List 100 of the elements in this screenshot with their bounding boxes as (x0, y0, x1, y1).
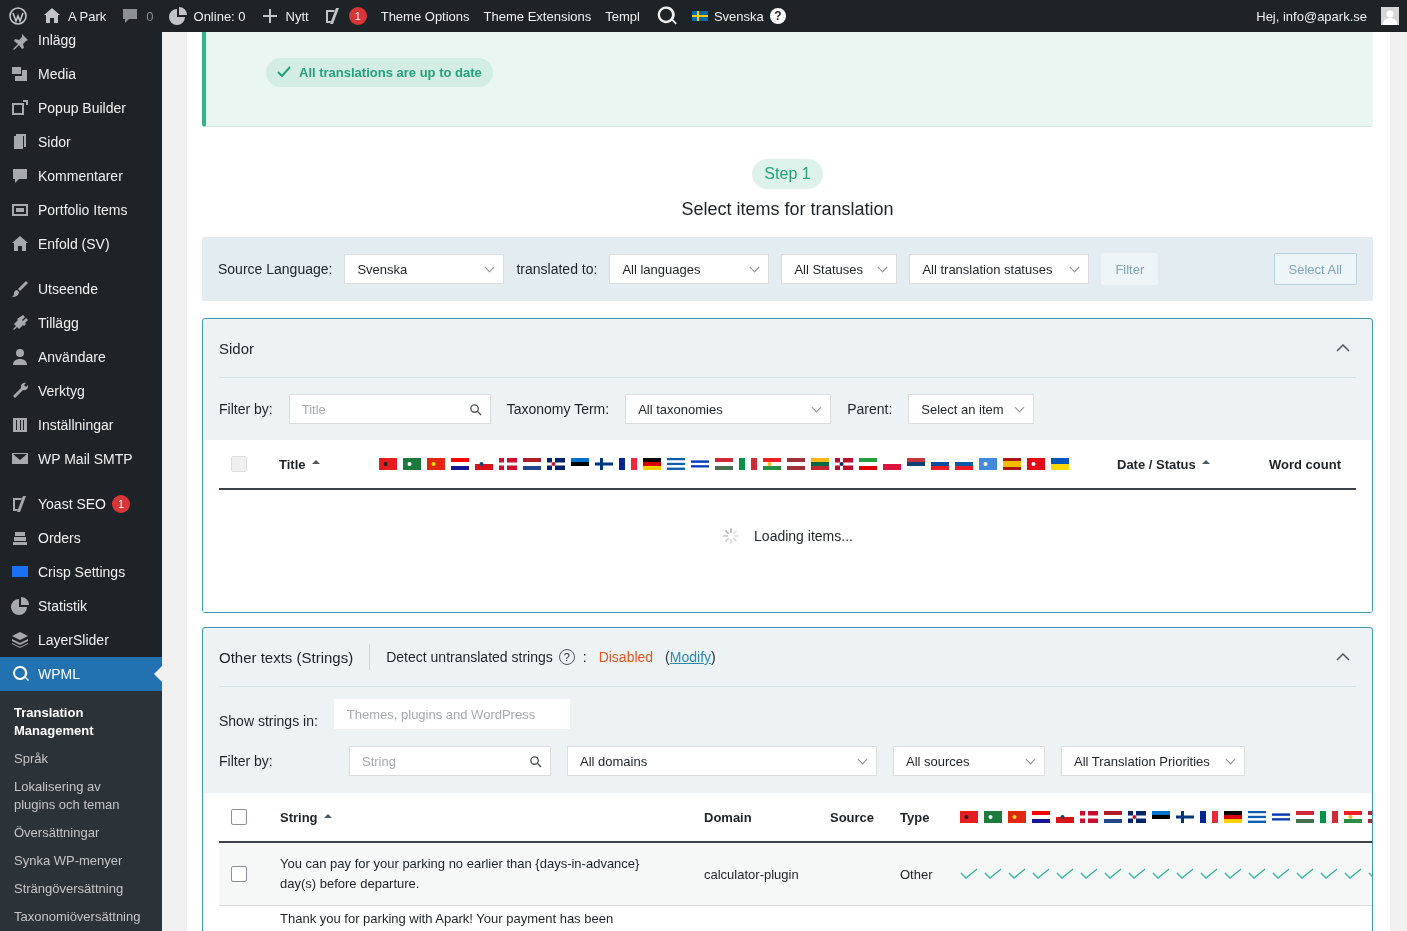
check-icon[interactable] (984, 868, 1002, 880)
menu-item[interactable]: Yoast SEO 1 (0, 487, 162, 521)
check-icon[interactable] (1032, 868, 1050, 880)
flag-icon (787, 458, 805, 470)
check-icon[interactable] (1080, 868, 1098, 880)
menu-item[interactable]: LayerSlider (0, 623, 162, 657)
language-switcher[interactable]: Svenska (713, 8, 764, 24)
flag-icon (1003, 458, 1021, 470)
status-text: Disabled (598, 649, 654, 665)
column-header[interactable]: Title (279, 456, 379, 472)
menu-item[interactable]: WPML (0, 657, 162, 691)
comment-icon (10, 166, 30, 186)
menu-item[interactable]: Kommentarer (0, 159, 162, 193)
column-header[interactable]: Date / Status (1117, 456, 1269, 472)
window-icon (10, 98, 30, 118)
status-select[interactable]: All translation statuses (909, 254, 1090, 284)
check-icon[interactable] (1200, 868, 1218, 880)
flag-icon (1272, 811, 1290, 823)
column-header: Source (830, 809, 876, 825)
flag-icon (1320, 811, 1338, 823)
check-icon[interactable] (1152, 868, 1170, 880)
toolbar-link[interactable]: Theme Options (380, 8, 470, 24)
submenu-item[interactable]: Translation Management (0, 699, 162, 745)
check-icon[interactable] (1224, 868, 1242, 880)
menu-item[interactable]: Orders (0, 521, 162, 555)
flag-icon (763, 458, 781, 470)
site-link[interactable]: A Park (68, 8, 107, 24)
menu-item[interactable]: Crisp Settings (0, 555, 162, 589)
avatar-icon[interactable] (1381, 7, 1399, 25)
priority-select[interactable]: All Translation Priorities (1061, 746, 1245, 776)
flag-icon (960, 811, 978, 823)
check-icon[interactable] (1296, 868, 1314, 880)
online-count[interactable]: Online: 0 (193, 8, 246, 24)
field-label: Show strings in: (219, 713, 318, 729)
media-icon (10, 64, 30, 84)
new-link[interactable]: Nytt (285, 8, 309, 24)
submenu-item[interactable]: Lokalisering av plugins och teman (0, 773, 162, 819)
menu-item[interactable]: Popup Builder (0, 91, 162, 125)
flag-icon (547, 458, 565, 470)
check-icon[interactable] (1008, 868, 1026, 880)
status-select[interactable]: All Statuses (781, 254, 898, 284)
field-label: Filter by: (219, 753, 274, 769)
select-all-checkbox[interactable] (231, 809, 247, 825)
flag-icon (595, 458, 613, 470)
menu-item[interactable]: Utseende (0, 272, 162, 306)
row-checkbox[interactable] (231, 866, 247, 882)
toolbar-link[interactable]: Templ (605, 8, 640, 24)
modify-link[interactable]: Modify (669, 649, 711, 665)
submenu-item[interactable]: Taxonomiöversättning (0, 903, 162, 931)
language-select[interactable]: Svenska (344, 254, 505, 284)
menu-item[interactable]: WP Mail SMTP (0, 442, 162, 476)
submenu-item[interactable]: Strängöversättning (0, 875, 162, 903)
account-greeting[interactable]: Hej, info@apark.se (1256, 8, 1367, 24)
flag-icon (739, 458, 757, 470)
paren-text: ( (665, 649, 670, 665)
menu-item[interactable]: Media (0, 57, 162, 91)
taxonomy-select[interactable]: All taxonomies (625, 394, 832, 424)
check-icon[interactable] (1320, 868, 1338, 880)
home-icon (42, 6, 62, 26)
menu-item[interactable]: Portfolio Items (0, 193, 162, 227)
check-icon[interactable] (1128, 868, 1146, 880)
menu-item[interactable]: Inställningar (0, 408, 162, 442)
flag-icon (859, 458, 877, 470)
check-icon[interactable] (1272, 868, 1290, 880)
submenu-item[interactable]: Språk (0, 745, 162, 773)
check-icon[interactable] (1104, 868, 1122, 880)
flag-icon (1296, 811, 1314, 823)
table-cell: calculator-plugin (704, 866, 799, 882)
step-badge: Step 1 (752, 159, 823, 189)
parent-select[interactable]: Select an item (908, 394, 1035, 424)
menu-item[interactable]: Verktyg (0, 374, 162, 408)
check-icon (277, 65, 291, 79)
chevron-icon[interactable] (1336, 653, 1350, 661)
check-icon[interactable] (1248, 868, 1266, 880)
check-icon[interactable] (1344, 868, 1362, 880)
comment-count[interactable]: 0 (146, 8, 154, 24)
help-icon[interactable]: ? (769, 8, 786, 24)
language-select[interactable]: All languages (609, 254, 770, 284)
chevron-icon[interactable] (1336, 344, 1350, 352)
wordpress-logo-icon[interactable] (8, 6, 28, 26)
home-icon (10, 234, 30, 254)
menu-item[interactable]: Tillägg (0, 306, 162, 340)
domain-select[interactable]: All domains (567, 746, 877, 776)
toolbar-link[interactable]: Theme Extensions (483, 8, 592, 24)
submenu-item[interactable]: Översättningar (0, 819, 162, 847)
colon-text: : (582, 649, 587, 665)
submenu-item[interactable]: Synka WP-menyer (0, 847, 162, 875)
menu-item[interactable]: Sidor (0, 125, 162, 159)
menu-item[interactable]: Inlägg (0, 32, 162, 57)
column-header[interactable]: String (280, 807, 332, 828)
menu-item[interactable]: Enfold (SV) (0, 227, 162, 261)
source-select[interactable]: All sources (893, 746, 1045, 776)
check-icon[interactable] (1176, 868, 1194, 880)
check-icon[interactable] (960, 868, 978, 880)
flag-icon (1200, 811, 1218, 823)
menu-item[interactable]: Statistik (0, 589, 162, 623)
check-icon[interactable] (1056, 868, 1074, 880)
sliders-icon (10, 415, 30, 435)
menu-item[interactable]: Användare (0, 340, 162, 374)
flag-icon (451, 458, 469, 470)
